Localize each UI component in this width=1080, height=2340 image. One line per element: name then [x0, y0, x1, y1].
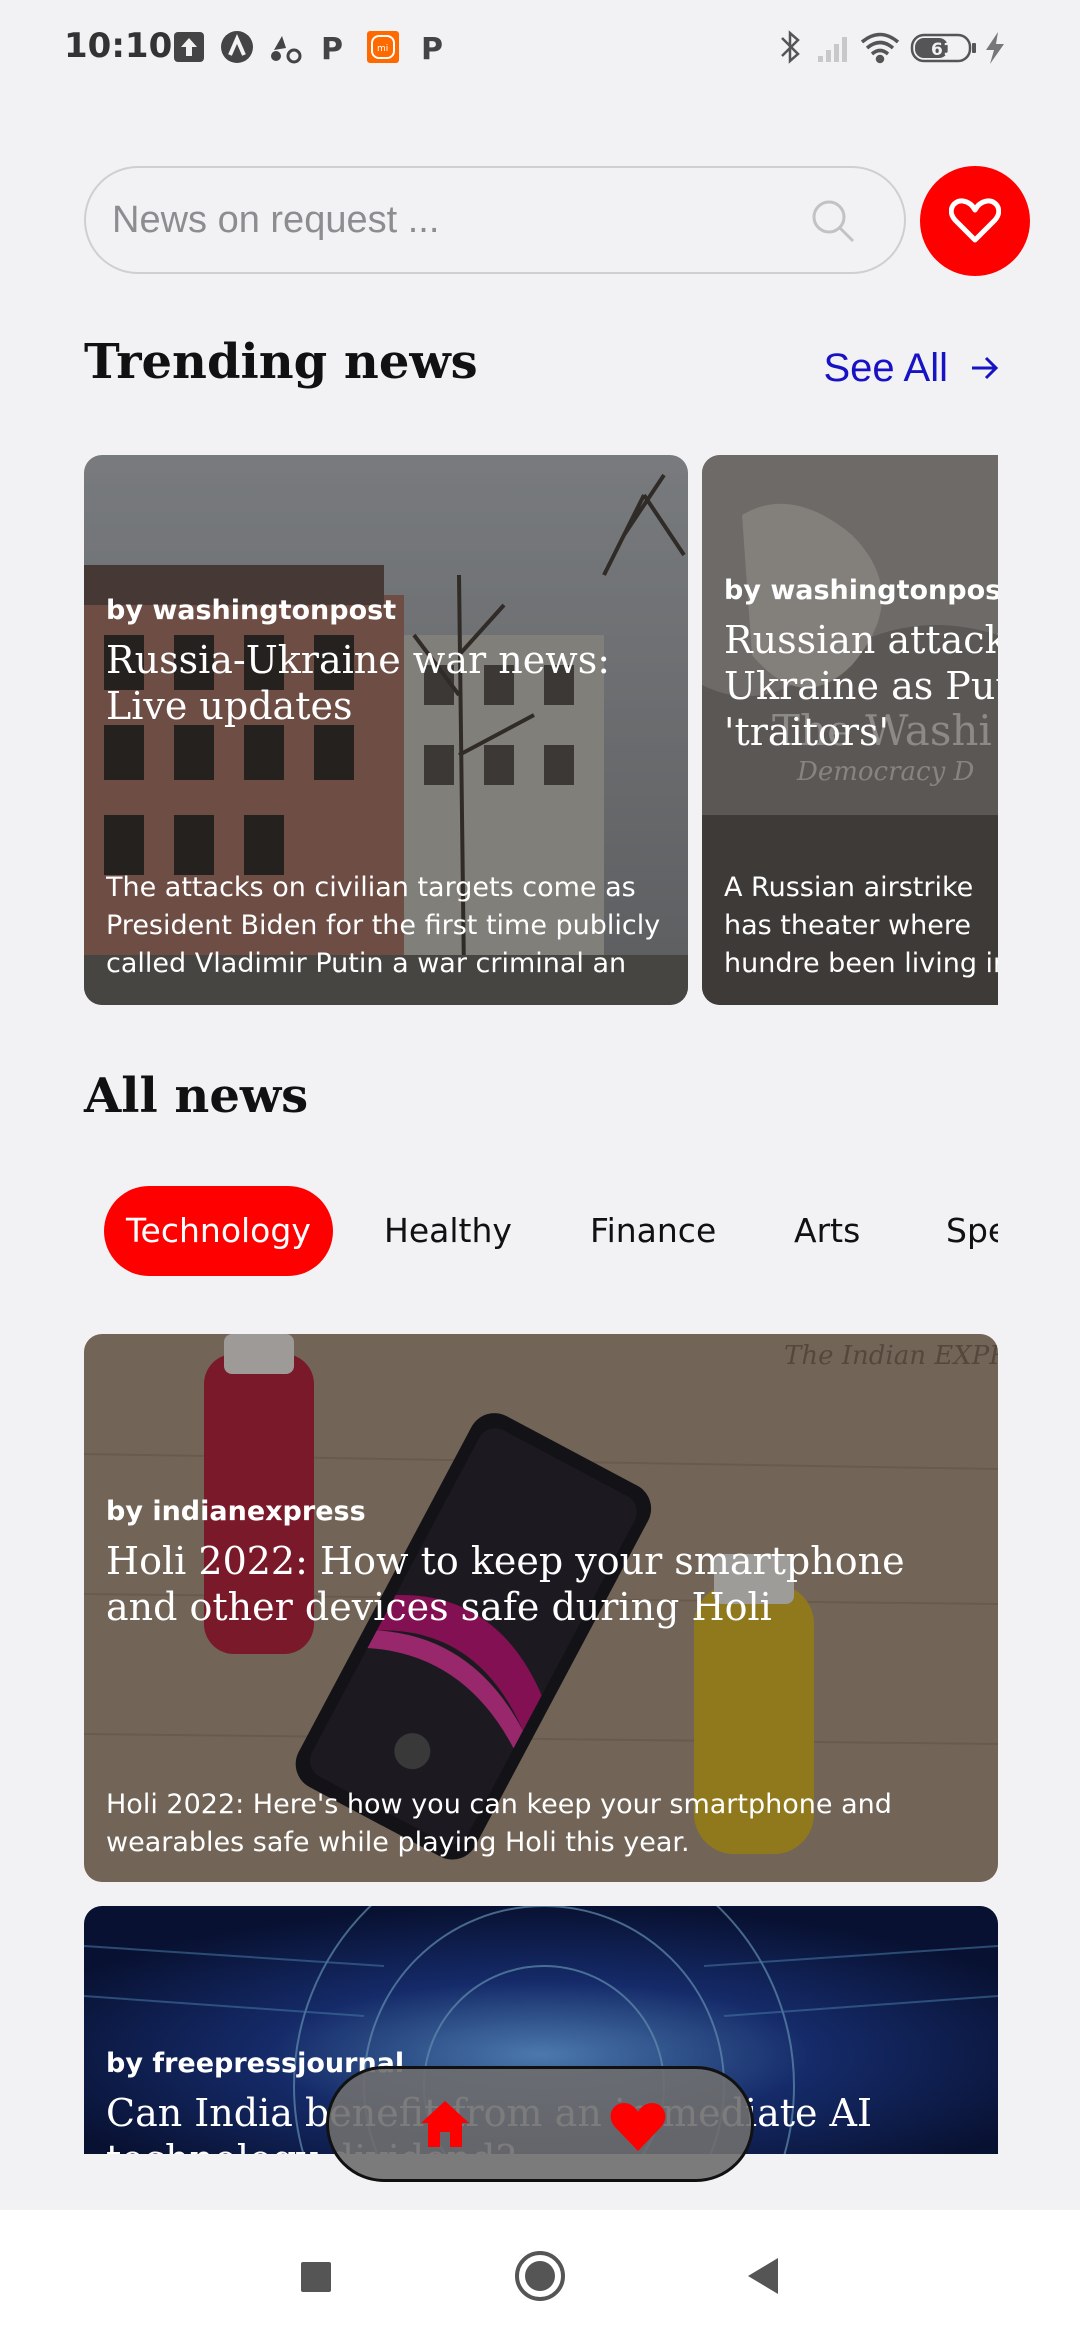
article-description: The attacks on civilian targets come as …	[106, 872, 661, 979]
wifi-icon	[860, 32, 900, 64]
mi-icon: mi	[367, 31, 399, 63]
bluetooth-icon	[781, 30, 800, 64]
article-title: Russia-Ukraine war news: Live updates	[106, 638, 611, 728]
heart-icon	[949, 198, 1001, 243]
article-source: by washingtonpost	[724, 575, 998, 606]
home-icon[interactable]	[419, 2099, 471, 2149]
category-finance[interactable]: Finance	[590, 1186, 716, 1276]
trending-heading: Trending news	[84, 334, 478, 390]
charging-icon	[986, 32, 1004, 64]
arrow-right-icon	[972, 356, 999, 380]
article-title: Holi 2022: How to keep your smartphone a…	[106, 1539, 905, 1629]
system-status-icons: 61	[774, 28, 1024, 68]
search-bar[interactable]	[84, 166, 906, 274]
article-source: by indianexpress	[106, 1496, 366, 1527]
trending-card[interactable]: The Washi Democracy D by washingtonpost …	[702, 455, 998, 1005]
p-icon: P	[321, 32, 343, 64]
home-circle-icon[interactable]	[512, 2248, 568, 2304]
trending-carousel[interactable]: by washingtonpost Russia-Ukraine war new…	[84, 455, 998, 1005]
article-description: Holi 2022: Here's how you can keep your …	[106, 1789, 892, 1858]
status-time: 10:10	[64, 26, 173, 66]
all-news-heading: All news	[84, 1068, 309, 1124]
svg-text:61: 61	[931, 40, 955, 60]
signal-icon	[818, 37, 847, 62]
system-navigation-bar	[0, 2210, 1080, 2340]
article-description: A Russian airstrike has theater where hu…	[724, 872, 998, 979]
category-tabs[interactable]: Technology Healthy Finance Arts Spe	[84, 1186, 998, 1276]
category-arts[interactable]: Arts	[794, 1186, 860, 1276]
svg-text:P: P	[421, 32, 443, 64]
search-input[interactable]	[112, 168, 812, 272]
news-card[interactable]: The Indian EXPRESS by indianexpress Holi…	[84, 1334, 998, 1882]
arrow-icon	[221, 31, 253, 63]
category-healthy[interactable]: Healthy	[384, 1186, 512, 1276]
article-title: Russian attacks Ukraine as Putin 'traito…	[724, 618, 998, 754]
battery-icon: 61	[910, 33, 976, 63]
status-bar: 10:10 P mi P 61	[0, 0, 1080, 100]
scooter-icon	[271, 36, 302, 64]
trending-card[interactable]: by washingtonpost Russia-Ukraine war new…	[84, 455, 688, 1005]
p-icon: P	[421, 32, 443, 64]
svg-text:P: P	[321, 32, 343, 64]
favorites-button[interactable]	[920, 166, 1030, 276]
article-source: by washingtonpost	[106, 595, 397, 626]
see-all-label: See All	[823, 345, 948, 390]
recents-icon[interactable]	[287, 2248, 343, 2304]
category-sports[interactable]: Spe	[946, 1186, 998, 1276]
upload-icon	[174, 32, 204, 62]
back-icon[interactable]	[736, 2248, 792, 2304]
svg-text:mi: mi	[377, 44, 388, 54]
heart-icon[interactable]	[609, 2101, 667, 2153]
category-technology[interactable]: Technology	[104, 1186, 333, 1276]
see-all-link[interactable]: See All	[823, 340, 1000, 396]
bottom-floating-nav	[326, 2066, 754, 2182]
search-icon[interactable]	[810, 198, 856, 244]
